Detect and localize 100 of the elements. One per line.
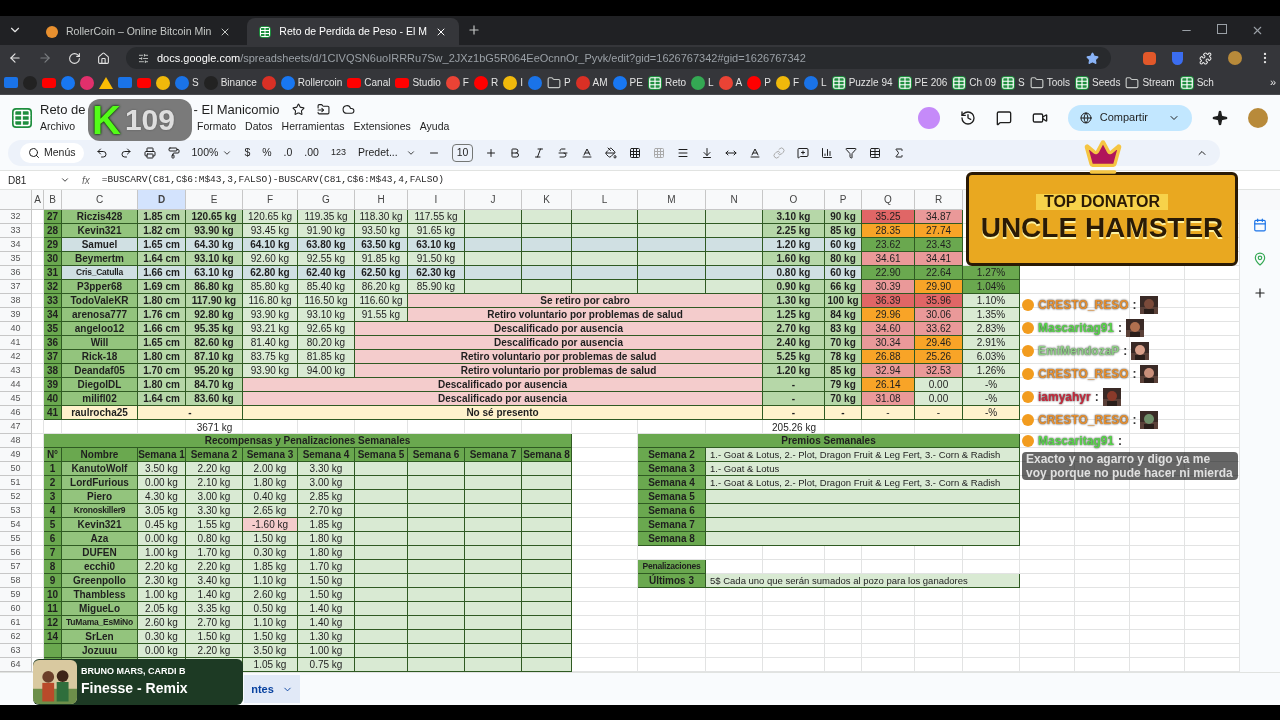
print-icon[interactable]: [143, 147, 156, 159]
bookmark[interactable]: Ch 09: [952, 75, 997, 90]
column-header[interactable]: D: [138, 190, 186, 210]
bookmark[interactable]: Canal: [347, 75, 391, 90]
address-field[interactable]: docs.google.com/spreadsheets/d/1CIVQSN6uoIRRRu7Sw_2JXz1bG5R064EeOcnnOr_Pyvk/edit?gid=1626767342#gid=1626767342: [126, 47, 1111, 69]
bookmark[interactable]: I: [503, 75, 523, 90]
bookmark[interactable]: F: [775, 75, 800, 90]
add-icon[interactable]: [1253, 286, 1267, 300]
bookmark[interactable]: P: [546, 75, 571, 90]
share-button[interactable]: Compartir: [1067, 104, 1192, 131]
browser-tab[interactable]: Reto de Perdida de Peso - El M: [247, 18, 459, 45]
row-number[interactable]: 63: [0, 644, 32, 658]
bookmark[interactable]: L: [691, 75, 714, 90]
percent-button[interactable]: %: [262, 145, 272, 161]
avatar[interactable]: [1248, 107, 1268, 128]
row-number[interactable]: 43: [0, 364, 32, 378]
menu-item[interactable]: Archivo: [40, 119, 75, 136]
currency-button[interactable]: $: [244, 145, 251, 161]
bookmark[interactable]: Reto: [647, 75, 687, 90]
sheets-logo-icon[interactable]: [12, 107, 32, 128]
row-number[interactable]: 45: [0, 392, 32, 406]
row-number[interactable]: 59: [0, 588, 32, 602]
comment-icon[interactable]: [797, 147, 810, 159]
row-number[interactable]: 35: [0, 252, 32, 266]
text-color-icon[interactable]: [581, 147, 594, 159]
home-icon[interactable]: [97, 51, 110, 65]
bookmark[interactable]: Seeds: [1075, 75, 1121, 90]
fill-color-icon[interactable]: [605, 147, 618, 159]
row-number[interactable]: 56: [0, 546, 32, 560]
bookmark[interactable]: R: [473, 75, 499, 90]
sheet-tab[interactable]: ntes: [244, 675, 300, 703]
bookmark[interactable]: L: [804, 75, 827, 90]
bookmark[interactable]: [61, 75, 75, 90]
row-number[interactable]: 61: [0, 616, 32, 630]
new-tab-icon[interactable]: [467, 23, 481, 37]
row-number[interactable]: 64: [0, 658, 32, 672]
row-number[interactable]: 46: [0, 406, 32, 420]
bookmark[interactable]: [137, 77, 151, 88]
bookmark[interactable]: Puzzle 94: [831, 75, 893, 90]
plus-icon[interactable]: [485, 147, 498, 159]
row-number[interactable]: 53: [0, 504, 32, 518]
bookmark[interactable]: A: [718, 75, 743, 90]
functions-icon[interactable]: [893, 147, 906, 159]
italic-icon[interactable]: [533, 147, 546, 159]
decrease-decimals-button[interactable]: .0: [283, 145, 293, 161]
bookmark[interactable]: [156, 75, 170, 90]
row-number[interactable]: 47: [0, 420, 32, 434]
row-number[interactable]: 39: [0, 308, 32, 322]
row-number[interactable]: 55: [0, 532, 32, 546]
bookmark[interactable]: Rollercoin: [280, 75, 343, 90]
zoom-select[interactable]: 100%: [191, 145, 233, 161]
bookmark[interactable]: PE: [612, 75, 643, 90]
menu-item[interactable]: Datos: [245, 119, 273, 136]
row-number[interactable]: 42: [0, 350, 32, 364]
redo-icon[interactable]: [119, 147, 132, 159]
sparkle-icon[interactable]: [1212, 109, 1228, 126]
row-number[interactable]: 38: [0, 294, 32, 308]
cloud-icon[interactable]: [341, 103, 355, 117]
site-settings-icon[interactable]: [138, 52, 149, 64]
row-number[interactable]: 41: [0, 336, 32, 350]
borders-icon[interactable]: [629, 147, 642, 159]
bookmark[interactable]: Sch: [1179, 75, 1214, 90]
filter-icon[interactable]: [845, 147, 858, 159]
shield-icon[interactable]: [1172, 51, 1183, 65]
profile-icon[interactable]: [1228, 51, 1242, 65]
row-number[interactable]: 49: [0, 448, 32, 462]
row-number[interactable]: 51: [0, 476, 32, 490]
menu-item[interactable]: Extensiones: [353, 119, 411, 136]
bookmark-star-icon[interactable]: [1086, 51, 1099, 65]
rotate-text-icon[interactable]: [749, 147, 762, 159]
row-number[interactable]: 57: [0, 560, 32, 574]
row-number[interactable]: 50: [0, 462, 32, 476]
bookmark[interactable]: Studio: [395, 75, 441, 90]
row-number[interactable]: 62: [0, 630, 32, 644]
paint-format-icon[interactable]: [167, 147, 180, 159]
strikethrough-icon[interactable]: [557, 147, 570, 159]
align-icon[interactable]: [677, 147, 690, 159]
row-number[interactable]: 52: [0, 490, 32, 504]
chart-icon[interactable]: [821, 147, 834, 159]
restore-icon[interactable]: [1217, 24, 1227, 34]
bookmark[interactable]: F: [445, 75, 469, 90]
undo-icon[interactable]: [95, 147, 108, 159]
close-icon[interactable]: [1251, 24, 1264, 37]
calendar-icon[interactable]: [1253, 218, 1267, 232]
map-pin-icon[interactable]: [1253, 252, 1267, 266]
bold-icon[interactable]: [509, 147, 522, 159]
browser-tab[interactable]: RollerCoin – Online Bitcoin Min: [34, 18, 244, 45]
extensions-icon[interactable]: [1199, 51, 1212, 65]
star-icon[interactable]: [291, 103, 305, 117]
formula-text[interactable]: =BUSCARV(C81,C$6:M$43,3,FALSO)-BUSCARV(C81,C$6:M$43,4,FALSO): [101, 172, 444, 188]
comments-icon[interactable]: [995, 109, 1012, 126]
table-icon[interactable]: [869, 147, 882, 159]
bookmark[interactable]: Tools: [1029, 75, 1071, 90]
bookmark[interactable]: Binance: [203, 75, 257, 90]
menu-item[interactable]: Ayuda: [419, 119, 450, 136]
reload-icon[interactable]: [68, 51, 81, 65]
history-icon[interactable]: [959, 109, 976, 126]
move-icon[interactable]: [316, 103, 330, 117]
row-number[interactable]: 37: [0, 280, 32, 294]
number-format-button[interactable]: 123: [330, 146, 346, 160]
